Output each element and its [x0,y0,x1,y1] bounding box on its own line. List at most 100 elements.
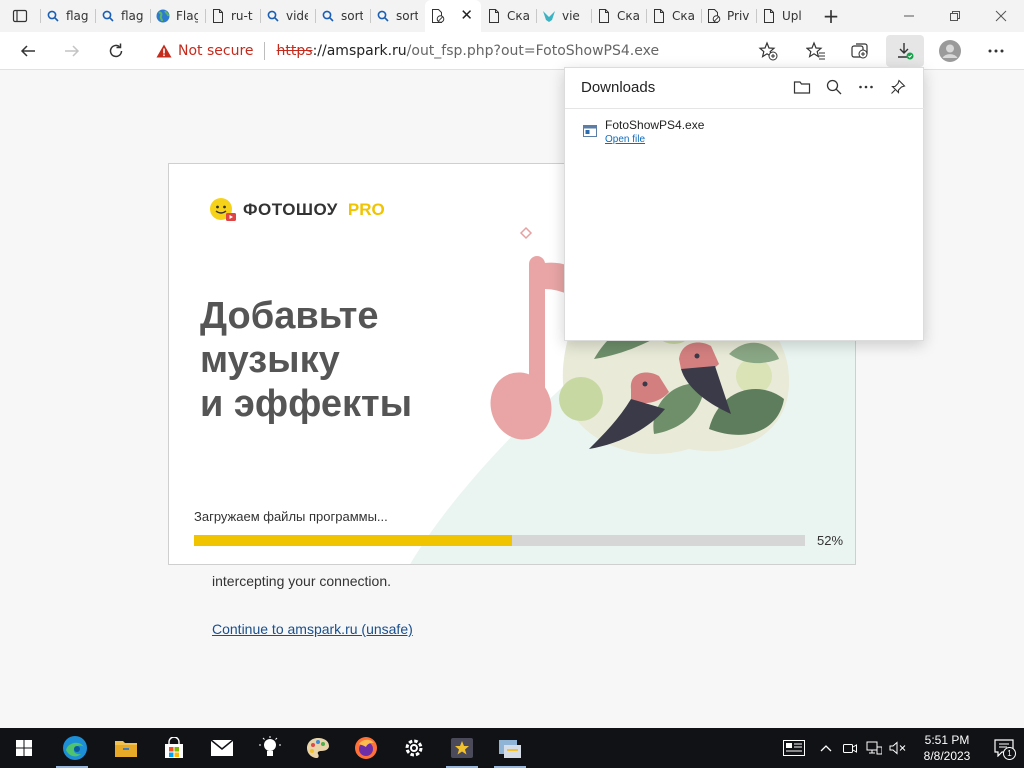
store-icon [165,737,183,758]
download-status-text: Загружаем файлы программы... [194,509,388,524]
taskbar-firefox[interactable] [342,728,390,768]
arrow-right-icon [65,45,80,57]
download-file-name: FotoShowPS4.exe [605,118,705,132]
tab-title: Ска [507,9,529,23]
chevron-up-icon [820,745,832,752]
file-explorer-icon [115,741,137,757]
downloads-button[interactable] [886,35,924,67]
tab[interactable]: vide [260,0,315,32]
taskbar-mail[interactable] [198,728,246,768]
search-icon [376,9,390,23]
tab[interactable]: Flag [150,0,205,32]
tab-list: flag flag Flag ru-t vide sort sort ✕ Ска vie Ска Ск… [40,0,811,32]
start-button[interactable] [0,728,48,768]
collections-button[interactable] [844,35,876,67]
tab-active[interactable]: ✕ [425,0,481,32]
url-scheme: https [276,43,313,59]
news-widget-button[interactable] [774,728,814,768]
downloads-title: Downloads [581,79,656,96]
window-minimize-button[interactable] [886,0,932,32]
smiley-logo-icon [210,198,236,221]
progress-fill [194,535,512,546]
tab[interactable]: Ска [481,0,536,32]
tab-close-icon[interactable]: ✕ [460,8,473,23]
search-icon [321,9,335,23]
open-file-link[interactable]: Open file [605,134,645,145]
blocked-page-icon [431,9,445,23]
more-icon [988,49,1004,53]
progress-percent: 52% [817,533,844,548]
brand-suffix: PRO [347,200,385,219]
system-tray: 5:51 PM 8/8/2023 1 [774,728,1024,768]
firefox-icon [355,737,377,759]
collections-icon [851,43,868,59]
settings-icon [405,739,423,757]
taskbar-installer[interactable] [486,728,534,768]
bird-icon [542,9,556,23]
tab[interactable]: Ска [591,0,646,32]
security-indicator[interactable]: Not secure [146,42,265,60]
taskbar-edge[interactable] [48,728,102,768]
tab[interactable]: sort [315,0,370,32]
folder-icon [793,81,811,94]
window-close-button[interactable] [978,0,1024,32]
back-button[interactable] [12,35,44,67]
tab[interactable]: ru-t [205,0,260,32]
tab-title: sort [396,9,418,23]
tab[interactable]: Ска [646,0,701,32]
tab-title: ru-t [231,9,253,23]
search-downloads-button[interactable] [823,76,845,98]
new-tab-button[interactable]: + [811,0,851,32]
address-bar[interactable]: Not secure https://amspark.ru/out_fsp.ph… [146,36,786,66]
taskbar-file-explorer[interactable] [102,728,150,768]
settings-menu-button[interactable] [980,35,1012,67]
forward-button[interactable] [56,35,88,67]
favorites-button[interactable] [800,35,832,67]
restore-icon [950,11,960,21]
tab[interactable]: Priv [701,0,756,32]
volume-muted-icon [889,741,906,755]
taskbar-store[interactable] [150,728,198,768]
tab-title: sort [341,9,363,23]
window-restore-button[interactable] [932,0,978,32]
taskbar-settings[interactable] [390,728,438,768]
taskbar: 5:51 PM 8/8/2023 1 [0,728,1024,768]
profile-button[interactable] [934,35,966,67]
network-button[interactable] [862,728,886,768]
add-favorite-button[interactable] [752,35,784,67]
volume-button[interactable] [886,728,910,768]
tab[interactable]: Upl [756,0,811,32]
taskbar-paint[interactable] [294,728,342,768]
download-item[interactable]: FotoShowPS4.exe Open file [581,116,909,156]
windows-logo-icon [16,740,32,756]
url-text[interactable]: https://amspark.ru/out_fsp.php?out=FotoS… [265,43,660,59]
tab-title: flag [121,9,143,23]
taskbar-fotoshow[interactable] [438,728,486,768]
tab[interactable]: sort [370,0,425,32]
notifications-button[interactable]: 1 [984,728,1024,768]
refresh-button[interactable] [100,35,132,67]
heading-line-2: музыку [200,339,340,381]
tab[interactable]: flag [40,0,95,32]
pin-downloads-button[interactable] [887,76,909,98]
page-icon [487,9,501,23]
page-icon [211,9,225,23]
download-icon [898,43,914,60]
clock[interactable]: 5:51 PM 8/8/2023 [910,732,984,764]
meet-now-button[interactable] [838,728,862,768]
tab[interactable]: vie [536,0,591,32]
open-downloads-folder-button[interactable] [791,76,813,98]
news-icon [783,740,805,756]
camera-icon [843,744,857,753]
tab-title: Flag [176,9,198,23]
downloads-more-button[interactable] [855,76,877,98]
tab-title: Ска [617,9,639,23]
taskbar-tips[interactable] [246,728,294,768]
tab-actions-button[interactable] [0,0,40,32]
tab-title: flag [66,9,88,23]
star-add-icon [758,41,778,61]
continue-unsafe-link[interactable]: Continue to amspark.ru (unsafe) [212,621,413,637]
network-icon [866,741,882,755]
tab[interactable]: flag [95,0,150,32]
show-hidden-icons-button[interactable] [814,728,838,768]
